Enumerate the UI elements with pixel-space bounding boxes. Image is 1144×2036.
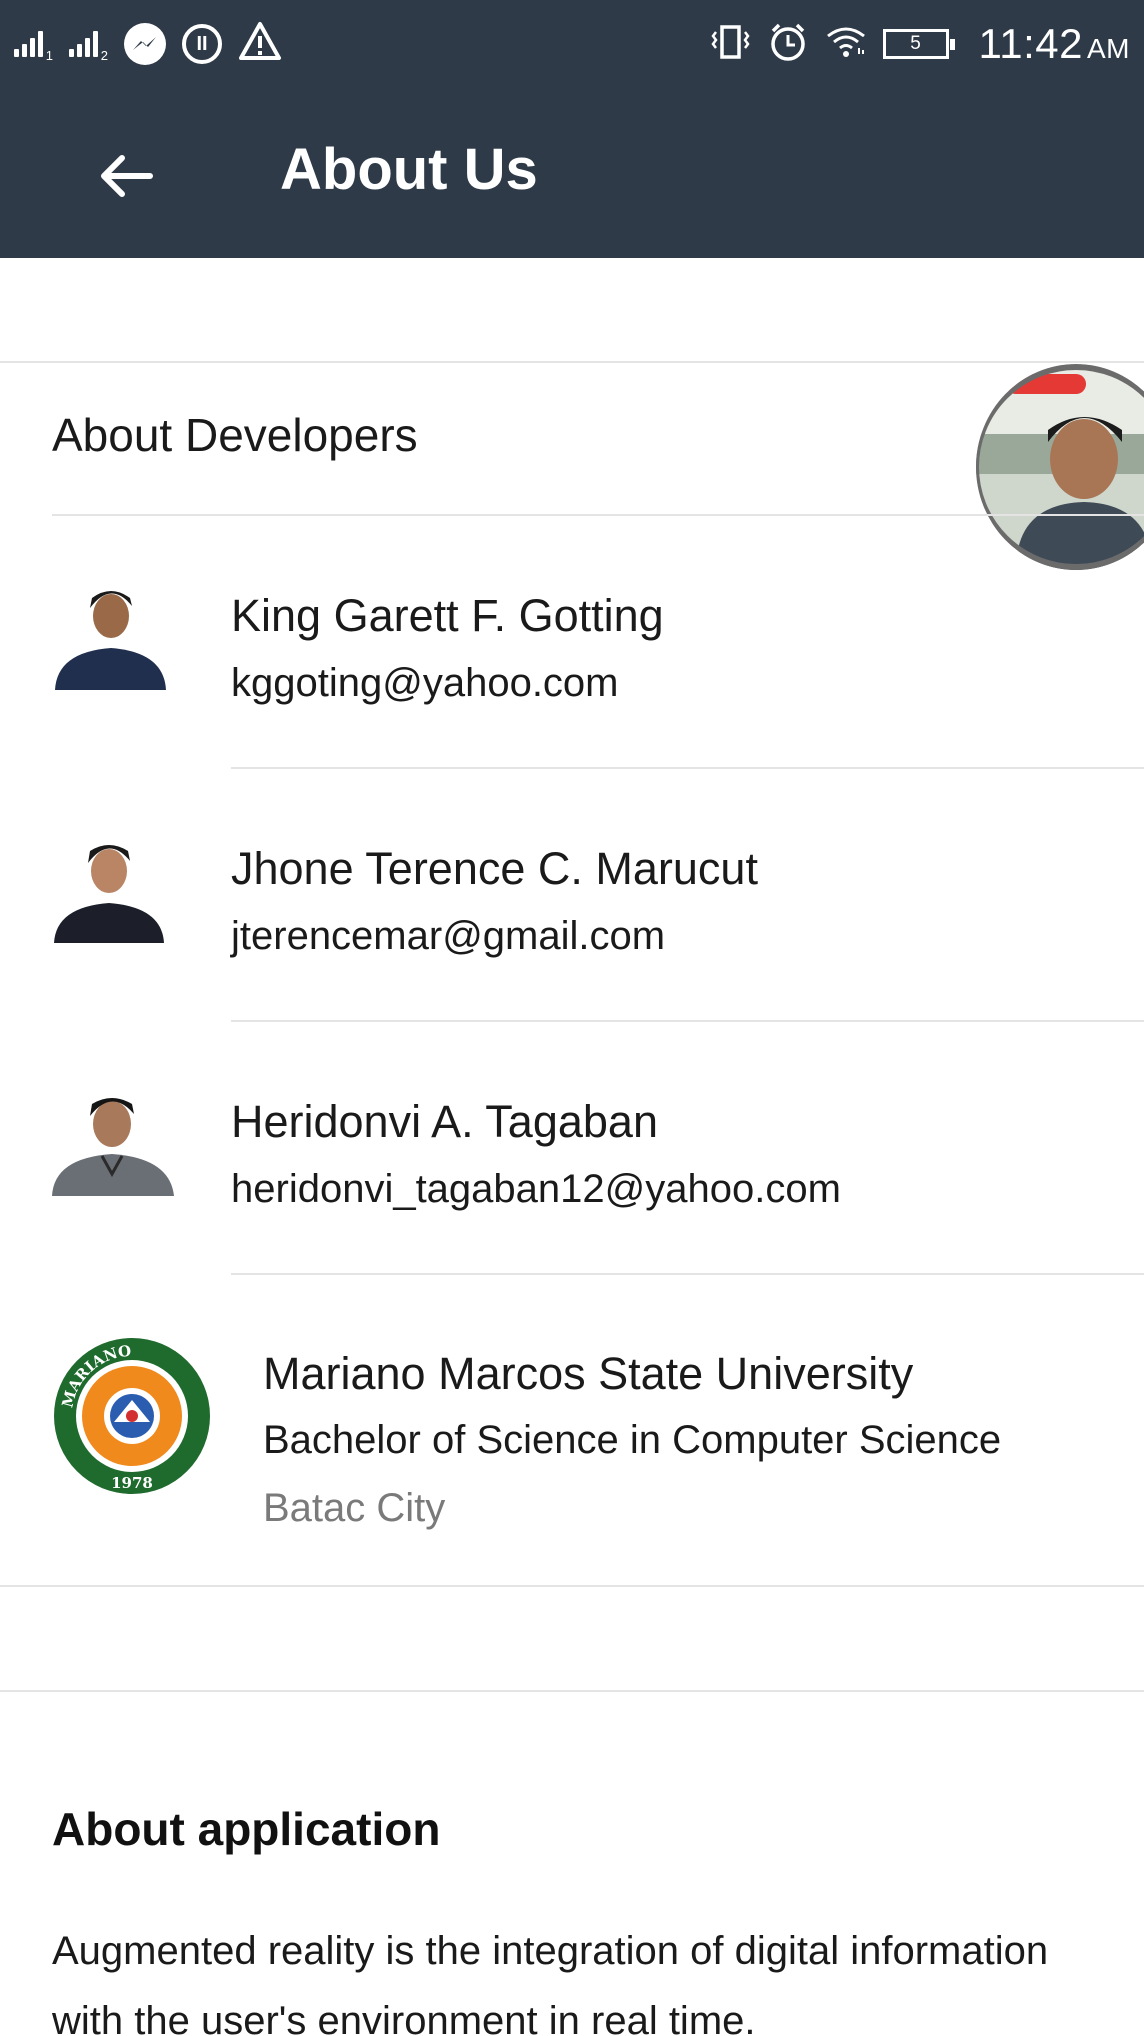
vibrate-icon [709, 22, 751, 67]
developer-avatar [52, 1082, 174, 1196]
university-name: Mariano Marcos State University [263, 1348, 914, 1399]
battery-icon: 5 [882, 29, 955, 59]
signal-sim2-icon: 2 [69, 31, 108, 63]
app-bar: About Us [0, 88, 1144, 258]
developer-name: King Garett F. Gotting [231, 590, 664, 641]
developers-section-title: About Developers [52, 409, 418, 461]
about-application-title: About application [52, 1803, 441, 1855]
university-course: Bachelor of Science in Computer Science [263, 1418, 1002, 1462]
developer-email: heridonvi_tagaban12@yahoo.com [231, 1167, 841, 1211]
developer-avatar [52, 576, 166, 690]
battery-level: 5 [910, 33, 921, 54]
svg-text:1978: 1978 [111, 1474, 153, 1492]
messenger-icon [124, 23, 166, 65]
status-bar: 1 2 II 5 11:42 AM [0, 0, 1144, 88]
section-divider [0, 1585, 1144, 1587]
status-bar-right: 5 11:42 AM [709, 14, 1131, 74]
clock-ampm: AM [1087, 33, 1130, 64]
university-city: Batac City [263, 1486, 446, 1530]
alarm-app-icon: II [182, 24, 222, 64]
page-title: About Us [280, 137, 538, 202]
university-list-item[interactable]: MARIANO 1978 Mariano Marcos State Univer… [0, 1270, 1144, 1586]
section-divider [0, 1690, 1144, 1692]
developer-name: Heridonvi A. Tagaban [231, 1096, 658, 1147]
about-application-text: Augmented reality is the integration of … [52, 1929, 1049, 2036]
developer-avatar [52, 829, 166, 943]
warning-icon [238, 21, 282, 68]
alarm-icon [767, 21, 809, 68]
back-button[interactable] [78, 128, 174, 224]
developer-name: Jhone Terence C. Marucut [231, 843, 758, 894]
developer-list-item[interactable]: Jhone Terence C. Marucut jterencemar@gma… [0, 769, 1144, 1022]
developer-email: jterencemar@gmail.com [231, 914, 666, 958]
clock-time: 11:42 [978, 20, 1083, 67]
arrow-left-icon [101, 155, 153, 197]
developer-list-item[interactable]: King Garett F. Gotting kggoting@yahoo.co… [0, 516, 1144, 769]
wifi-icon [825, 24, 867, 65]
status-bar-left: 1 2 II [14, 14, 282, 74]
developer-list-item[interactable]: Heridonvi A. Tagaban heridonvi_tagaban12… [0, 1022, 1144, 1275]
developer-email: kggoting@yahoo.com [231, 661, 619, 705]
university-seal-logo: MARIANO 1978 [52, 1336, 212, 1496]
section-divider [0, 361, 1144, 363]
clock: 11:42 AM [979, 20, 1131, 68]
signal-sim1-icon: 1 [14, 31, 53, 63]
